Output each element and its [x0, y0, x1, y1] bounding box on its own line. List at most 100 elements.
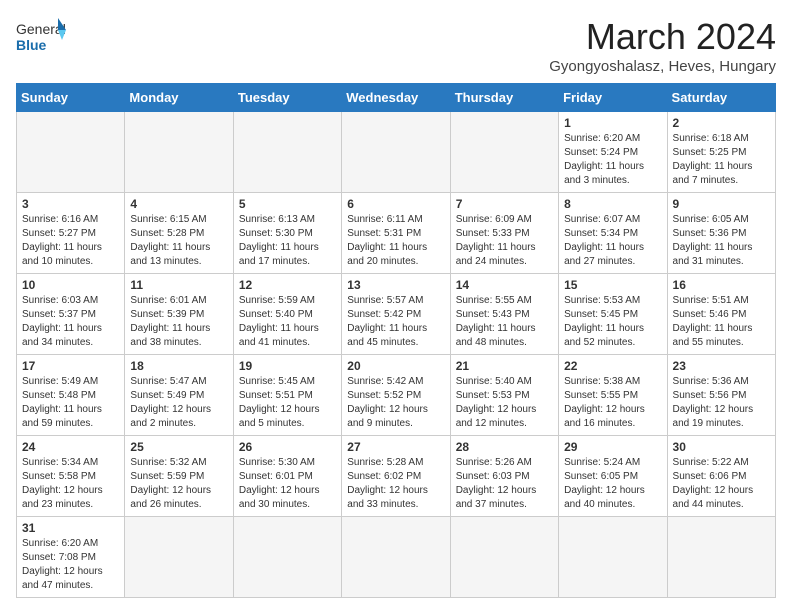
day-info: Sunrise: 5:57 AM Sunset: 5:42 PM Dayligh… [347, 294, 444, 350]
month-title: March 2024 [549, 16, 776, 58]
calendar-week-row: 24Sunrise: 5:34 AM Sunset: 5:58 PM Dayli… [17, 436, 776, 517]
calendar-cell: 16Sunrise: 5:51 AM Sunset: 5:46 PM Dayli… [667, 274, 775, 355]
day-of-week-header: Saturday [667, 84, 775, 112]
day-number: 17 [22, 359, 119, 373]
day-of-week-header: Tuesday [233, 84, 341, 112]
day-info: Sunrise: 5:59 AM Sunset: 5:40 PM Dayligh… [239, 294, 336, 350]
day-info: Sunrise: 6:13 AM Sunset: 5:30 PM Dayligh… [239, 213, 336, 269]
calendar-cell [233, 517, 341, 598]
day-number: 20 [347, 359, 444, 373]
day-number: 28 [456, 440, 553, 454]
day-number: 2 [673, 116, 770, 130]
calendar-week-row: 1Sunrise: 6:20 AM Sunset: 5:24 PM Daylig… [17, 112, 776, 193]
calendar-week-row: 10 Sunrise: 6:03 AM Sunset: 5:37 PM Dayli… [17, 274, 776, 355]
day-info: Sunrise: 5:26 AM Sunset: 6:03 PM Dayligh… [456, 456, 553, 512]
calendar-cell: 20 Sunrise: 5:42 AM Sunset: 5:52 PM Dayli… [342, 355, 450, 436]
calendar-cell: 4 Sunrise: 6:15 AM Sunset: 5:28 PM Daylig… [125, 193, 233, 274]
day-info: Sunrise: 6:07 AM Sunset: 5:34 PM Dayligh… [564, 213, 661, 269]
day-number: 12 [239, 278, 336, 292]
day-number: 22 [564, 359, 661, 373]
calendar-cell [342, 112, 450, 193]
day-number: 14 [456, 278, 553, 292]
calendar-cell: 31Sunrise: 6:20 AM Sunset: 7:08 PM Dayli… [17, 517, 125, 598]
calendar-cell: 24Sunrise: 5:34 AM Sunset: 5:58 PM Dayli… [17, 436, 125, 517]
day-info: Sunrise: 5:40 AM Sunset: 5:53 PM Dayligh… [456, 375, 553, 431]
calendar-cell [125, 517, 233, 598]
day-number: 11 [130, 278, 227, 292]
calendar-cell [342, 517, 450, 598]
calendar-cell: 15Sunrise: 5:53 AM Sunset: 5:45 PM Dayli… [559, 274, 667, 355]
day-info: Sunrise: 6:11 AM Sunset: 5:31 PM Dayligh… [347, 213, 444, 269]
header: General Blue March 2024 Gyongyoshalasz, … [16, 16, 776, 75]
calendar-cell: 26 Sunrise: 5:30 AM Sunset: 6:01 PM Dayli… [233, 436, 341, 517]
calendar-cell: 23Sunrise: 5:36 AM Sunset: 5:56 PM Dayli… [667, 355, 775, 436]
day-number: 10 [22, 278, 119, 292]
day-info: Sunrise: 5:51 AM Sunset: 5:46 PM Dayligh… [673, 294, 770, 350]
calendar-cell [450, 112, 558, 193]
day-number: 25 [130, 440, 227, 454]
location-subtitle: Gyongyoshalasz, Heves, Hungary [549, 58, 776, 75]
day-number: 8 [564, 197, 661, 211]
day-of-week-header: Monday [125, 84, 233, 112]
day-number: 30 [673, 440, 770, 454]
calendar-cell: 7Sunrise: 6:09 AM Sunset: 5:33 PM Daylig… [450, 193, 558, 274]
logo: General Blue [16, 16, 66, 61]
day-number: 9 [673, 197, 770, 211]
calendar-cell [559, 517, 667, 598]
calendar-table: SundayMondayTuesdayWednesdayThursdayFrid… [16, 83, 776, 598]
calendar-cell: 6 Sunrise: 6:11 AM Sunset: 5:31 PM Daylig… [342, 193, 450, 274]
calendar-cell: 10 Sunrise: 6:03 AM Sunset: 5:37 PM Dayli… [17, 274, 125, 355]
day-number: 29 [564, 440, 661, 454]
svg-text:Blue: Blue [16, 37, 47, 53]
calendar-cell: 2Sunrise: 6:18 AM Sunset: 5:25 PM Daylig… [667, 112, 775, 193]
day-info: Sunrise: 5:24 AM Sunset: 6:05 PM Dayligh… [564, 456, 661, 512]
day-info: Sunrise: 5:49 AM Sunset: 5:48 PM Dayligh… [22, 375, 119, 431]
day-info: Sunrise: 5:55 AM Sunset: 5:43 PM Dayligh… [456, 294, 553, 350]
calendar-header-row: SundayMondayTuesdayWednesdayThursdayFrid… [17, 84, 776, 112]
day-number: 23 [673, 359, 770, 373]
calendar-cell: 12 Sunrise: 5:59 AM Sunset: 5:40 PM Dayli… [233, 274, 341, 355]
day-info: Sunrise: 6:20 AM Sunset: 7:08 PM Dayligh… [22, 537, 119, 593]
day-info: Sunrise: 6:15 AM Sunset: 5:28 PM Dayligh… [130, 213, 227, 269]
logo-icon: General Blue [16, 16, 66, 61]
day-number: 4 [130, 197, 227, 211]
calendar-week-row: 17 Sunrise: 5:49 AM Sunset: 5:48 PM Dayli… [17, 355, 776, 436]
day-info: Sunrise: 6:09 AM Sunset: 5:33 PM Dayligh… [456, 213, 553, 269]
calendar-cell: 3 Sunrise: 6:16 AM Sunset: 5:27 PM Daylig… [17, 193, 125, 274]
calendar-cell: 5 Sunrise: 6:13 AM Sunset: 5:30 PM Daylig… [233, 193, 341, 274]
calendar-cell: 27 Sunrise: 5:28 AM Sunset: 6:02 PM Dayli… [342, 436, 450, 517]
calendar-cell: 11 Sunrise: 6:01 AM Sunset: 5:39 PM Dayli… [125, 274, 233, 355]
title-block: March 2024 Gyongyoshalasz, Heves, Hungar… [549, 16, 776, 75]
day-number: 26 [239, 440, 336, 454]
day-info: Sunrise: 5:53 AM Sunset: 5:45 PM Dayligh… [564, 294, 661, 350]
day-info: Sunrise: 6:16 AM Sunset: 5:27 PM Dayligh… [22, 213, 119, 269]
day-of-week-header: Thursday [450, 84, 558, 112]
day-info: Sunrise: 5:38 AM Sunset: 5:55 PM Dayligh… [564, 375, 661, 431]
calendar-cell: 9Sunrise: 6:05 AM Sunset: 5:36 PM Daylig… [667, 193, 775, 274]
day-of-week-header: Wednesday [342, 84, 450, 112]
calendar-cell: 19Sunrise: 5:45 AM Sunset: 5:51 PM Dayli… [233, 355, 341, 436]
calendar-cell [667, 517, 775, 598]
day-number: 18 [130, 359, 227, 373]
day-number: 5 [239, 197, 336, 211]
calendar-cell: 1Sunrise: 6:20 AM Sunset: 5:24 PM Daylig… [559, 112, 667, 193]
day-number: 3 [22, 197, 119, 211]
day-number: 6 [347, 197, 444, 211]
day-number: 24 [22, 440, 119, 454]
day-info: Sunrise: 6:03 AM Sunset: 5:37 PM Dayligh… [22, 294, 119, 350]
day-number: 1 [564, 116, 661, 130]
day-info: Sunrise: 5:28 AM Sunset: 6:02 PM Dayligh… [347, 456, 444, 512]
day-info: Sunrise: 5:47 AM Sunset: 5:49 PM Dayligh… [130, 375, 227, 431]
calendar-cell: 28 Sunrise: 5:26 AM Sunset: 6:03 PM Dayli… [450, 436, 558, 517]
calendar-cell: 29 Sunrise: 5:24 AM Sunset: 6:05 PM Dayli… [559, 436, 667, 517]
day-info: Sunrise: 5:30 AM Sunset: 6:01 PM Dayligh… [239, 456, 336, 512]
day-number: 27 [347, 440, 444, 454]
calendar-cell: 8 Sunrise: 6:07 AM Sunset: 5:34 PM Daylig… [559, 193, 667, 274]
day-number: 21 [456, 359, 553, 373]
day-of-week-header: Friday [559, 84, 667, 112]
day-info: Sunrise: 5:22 AM Sunset: 6:06 PM Dayligh… [673, 456, 770, 512]
calendar-cell: 18 Sunrise: 5:47 AM Sunset: 5:49 PM Dayli… [125, 355, 233, 436]
day-info: Sunrise: 5:42 AM Sunset: 5:52 PM Dayligh… [347, 375, 444, 431]
calendar-cell: 14 Sunrise: 5:55 AM Sunset: 5:43 PM Dayli… [450, 274, 558, 355]
day-info: Sunrise: 6:01 AM Sunset: 5:39 PM Dayligh… [130, 294, 227, 350]
